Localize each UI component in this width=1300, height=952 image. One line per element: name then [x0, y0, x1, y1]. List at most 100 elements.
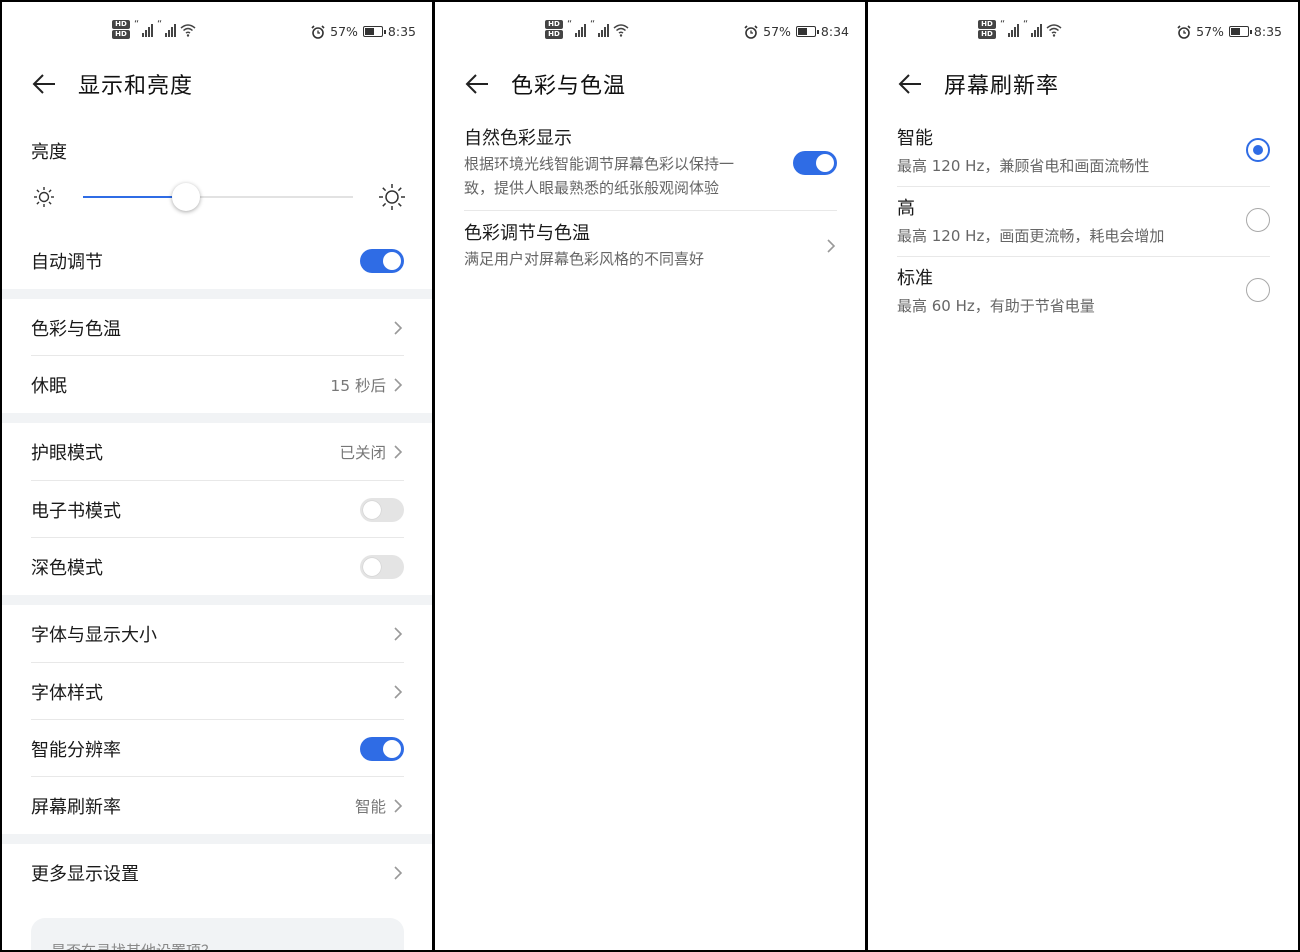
hd-volte-icon: HD HD: [545, 20, 563, 39]
natural-color-row[interactable]: 自然色彩显示 根据环境光线智能调节屏幕色彩以保持一 致，提供人眼最熟悉的纸张般观…: [464, 126, 837, 200]
battery-icon: [795, 26, 819, 37]
divider: [464, 210, 837, 211]
section-gap: [2, 289, 432, 299]
page-header: 色彩与色温: [463, 64, 845, 104]
section-gap: [2, 413, 432, 423]
status-bar: HDHD 57% 8:35: [868, 18, 1298, 48]
font-size-label: 字体与显示大小: [31, 624, 157, 646]
slider-thumb[interactable]: [171, 183, 200, 211]
natural-color-toggle[interactable]: [793, 151, 837, 175]
page-title: 屏幕刷新率: [944, 74, 1060, 99]
sun-small-icon: [34, 187, 54, 207]
clock: 8:34: [820, 24, 849, 39]
alarm-icon: [311, 24, 325, 39]
wifi-icon: [1046, 23, 1062, 37]
slider-fill: [83, 196, 186, 198]
refresh-rate-label: 屏幕刷新率: [31, 796, 121, 818]
refresh-option-standard[interactable]: 标准 最高 60 Hz，有助于节省电量: [897, 266, 1270, 318]
option-title: 智能: [897, 128, 933, 149]
color-adjust-title: 色彩调节与色温: [464, 223, 590, 244]
eye-comfort-value: 已关闭: [339, 443, 386, 462]
hd-volte-icon: HD HD: [978, 20, 996, 39]
color-temperature-screen: HDHD 57% 8:34 色彩与色温 自然色彩显示 根据环境光线智能调节屏幕色…: [435, 2, 865, 950]
page-header: 显示和亮度: [30, 64, 412, 104]
radio-button[interactable]: [1246, 138, 1270, 162]
alarm-icon: [1177, 24, 1191, 39]
more-display-row[interactable]: 更多显示设置: [31, 844, 404, 901]
signal-icon: [590, 19, 609, 37]
option-desc: 最高 60 Hz，有助于节省电量: [897, 297, 1095, 315]
brightness-label: 亮度: [31, 142, 67, 163]
status-bar: HDHD 57% 8:35: [2, 18, 432, 48]
clock: 8:35: [1253, 24, 1282, 39]
option-title: 标准: [897, 268, 933, 289]
ebook-mode-row[interactable]: 电子书模式: [31, 481, 404, 538]
refresh-option-smart[interactable]: 智能 最高 120 Hz，兼顾省电和画面流畅性: [897, 126, 1270, 178]
dark-mode-label: 深色模式: [31, 557, 103, 579]
signal-icon: [157, 19, 176, 37]
back-arrow-icon[interactable]: [896, 70, 924, 98]
color-adjust-row[interactable]: 色彩调节与色温 满足用户对屏幕色彩风格的不同喜好: [464, 221, 837, 271]
section-gap: [2, 834, 432, 844]
back-arrow-icon[interactable]: [30, 70, 58, 98]
battery-percent: 57%: [763, 24, 791, 39]
refresh-rate-value: 智能: [354, 797, 386, 816]
option-title: 高: [897, 198, 915, 219]
page-title: 色彩与色温: [511, 74, 627, 99]
signal-icon: [1023, 19, 1042, 37]
alarm-icon: [744, 24, 758, 39]
refresh-rate-screen: HDHD 57% 8:35 屏幕刷新率 智能 最高 120 Hz，兼顾省电和画面…: [868, 2, 1298, 950]
radio-button[interactable]: [1246, 278, 1270, 302]
natural-color-title: 自然色彩显示: [464, 128, 572, 149]
font-style-row[interactable]: 字体样式: [31, 663, 404, 720]
section-gap: [2, 595, 432, 605]
search-suggestion-card[interactable]: 是否在寻找其他设置项？: [31, 918, 404, 950]
brightness-slider[interactable]: [31, 180, 407, 214]
font-size-row[interactable]: 字体与显示大小: [31, 605, 404, 662]
battery-icon: [1228, 26, 1252, 37]
color-adjust-desc: 满足用户对屏幕色彩风格的不同喜好: [464, 250, 705, 268]
dark-mode-toggle[interactable]: [360, 554, 404, 579]
more-display-label: 更多显示设置: [31, 863, 139, 885]
page-title: 显示和亮度: [78, 74, 194, 99]
auto-adjust-row[interactable]: 自动调节: [31, 232, 404, 289]
hd-volte-icon: HD HD: [112, 20, 130, 39]
ebook-mode-toggle[interactable]: [360, 497, 404, 522]
battery-percent: 57%: [1196, 24, 1224, 39]
option-desc: 最高 120 Hz，画面更流畅，耗电会增加: [897, 227, 1165, 245]
divider: [897, 186, 1270, 187]
battery-icon: [362, 26, 386, 37]
chevron-right-icon: [394, 377, 403, 392]
chevron-right-icon: [394, 865, 403, 880]
color-temp-label: 色彩与色温: [31, 318, 121, 340]
chevron-right-icon: [394, 444, 403, 459]
chevron-right-icon: [394, 320, 403, 335]
color-temp-row[interactable]: 色彩与色温: [31, 299, 404, 356]
signal-icon: [567, 19, 586, 37]
search-suggestion-text: 是否在寻找其他设置项？: [51, 940, 216, 950]
slider-track[interactable]: [83, 183, 353, 211]
sleep-label: 休眠: [31, 375, 67, 397]
refresh-option-high[interactable]: 高 最高 120 Hz，画面更流畅，耗电会增加: [897, 196, 1270, 248]
status-bar: HDHD 57% 8:34: [435, 18, 865, 48]
natural-color-desc-line2: 致，提供人眼最熟悉的纸张般观阅体验: [464, 179, 720, 197]
smart-resolution-label: 智能分辨率: [31, 739, 121, 761]
clock: 8:35: [387, 24, 416, 39]
eye-comfort-label: 护眼模式: [31, 442, 103, 464]
auto-adjust-toggle[interactable]: [360, 248, 404, 273]
radio-button[interactable]: [1246, 208, 1270, 232]
sleep-row[interactable]: 休眠 15 秒后: [31, 356, 404, 413]
signal-icon: [1000, 19, 1019, 37]
chevron-right-icon: [827, 239, 836, 253]
smart-resolution-row[interactable]: 智能分辨率: [31, 720, 404, 777]
dark-mode-row[interactable]: 深色模式: [31, 538, 404, 595]
back-arrow-icon[interactable]: [463, 70, 491, 98]
page-header: 屏幕刷新率: [896, 64, 1278, 104]
smart-resolution-toggle[interactable]: [360, 736, 404, 761]
refresh-rate-row[interactable]: 屏幕刷新率 智能: [31, 777, 404, 834]
display-brightness-screen: HDHD 57% 8:35 显示和亮度 亮度 自动调节 色彩与色温: [2, 2, 432, 950]
font-style-label: 字体样式: [31, 682, 103, 704]
auto-adjust-label: 自动调节: [31, 251, 103, 273]
natural-color-desc-line1: 根据环境光线智能调节屏幕色彩以保持一: [464, 155, 735, 173]
eye-comfort-row[interactable]: 护眼模式 已关闭: [31, 423, 404, 480]
